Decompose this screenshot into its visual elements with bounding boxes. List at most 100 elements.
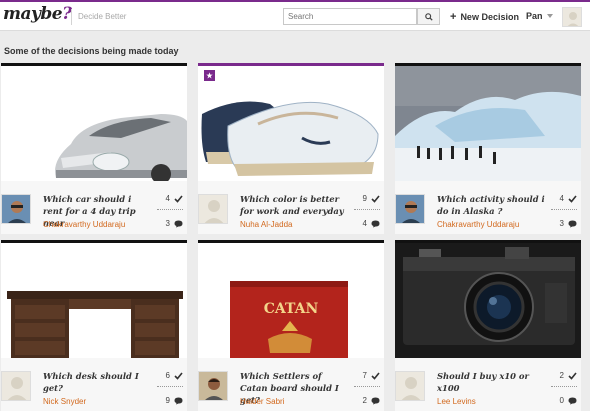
decision-image[interactable] <box>395 63 581 181</box>
comment-icon <box>568 220 577 227</box>
car-image <box>1 66 187 181</box>
comment-count: 3 <box>560 219 577 228</box>
stat-divider <box>551 386 577 387</box>
comment-count: 4 <box>363 219 380 228</box>
top-header: maybe? Decide Better + New Decision Pan <box>0 0 590 31</box>
author-name[interactable]: Chakravarthy Uddaraju <box>43 220 125 229</box>
decision-image[interactable] <box>198 63 384 181</box>
comment-icon <box>174 220 183 227</box>
star-icon <box>206 72 213 79</box>
check-icon <box>371 371 380 380</box>
user-name: Pan <box>526 11 543 21</box>
decision-card[interactable]: Should I buy x10 or x100 Lee Levins 2 0 <box>395 240 581 411</box>
decision-card[interactable]: Which color is better for work and every… <box>198 63 384 234</box>
comment-count-value: 0 <box>559 396 564 405</box>
vote-count-value: 4 <box>165 194 170 203</box>
default-avatar-icon <box>396 372 424 400</box>
decision-image[interactable]: CATAN <box>198 240 384 358</box>
vote-count-value: 2 <box>559 371 564 380</box>
author-avatar[interactable] <box>198 194 228 224</box>
check-icon <box>371 194 380 203</box>
user-menu[interactable]: Pan <box>526 11 553 21</box>
desk-image <box>1 243 187 358</box>
decision-card[interactable]: CATAN Which Settlers of Catan board shou… <box>198 240 384 411</box>
logo-divider <box>71 9 72 25</box>
logo-text: maybe <box>3 4 63 24</box>
avatar[interactable] <box>562 7 582 27</box>
comment-count: 0 <box>560 396 577 405</box>
comment-count-value: 4 <box>362 219 367 228</box>
author-avatar[interactable] <box>395 194 425 224</box>
search-button[interactable] <box>417 8 440 25</box>
decision-card[interactable]: Which desk should I get? Nick Snyder 6 9 <box>1 240 187 411</box>
chevron-down-icon <box>546 14 553 18</box>
stat-divider <box>157 209 183 210</box>
stat-divider <box>354 386 380 387</box>
author-avatar[interactable] <box>395 371 425 401</box>
default-avatar-icon <box>563 8 581 26</box>
vote-count: 4 <box>166 194 183 203</box>
decision-image[interactable] <box>1 63 187 181</box>
comment-count: 9 <box>166 396 183 405</box>
shoe-image <box>198 66 384 181</box>
box-title: CATAN <box>263 301 319 317</box>
vote-count: 9 <box>363 194 380 203</box>
default-avatar-icon <box>2 372 30 400</box>
comment-count-value: 3 <box>165 219 170 228</box>
person-photo <box>396 195 424 223</box>
comment-count-value: 9 <box>165 396 170 405</box>
author-name[interactable]: Lee Levins <box>437 397 476 406</box>
comment-icon <box>174 397 183 404</box>
stat-divider <box>157 386 183 387</box>
vote-count: 2 <box>560 371 577 380</box>
featured-badge <box>204 70 215 81</box>
new-decision-label: New Decision <box>460 12 519 22</box>
glacier-image <box>395 66 581 181</box>
vote-count-value: 4 <box>559 194 564 203</box>
comment-icon <box>371 220 380 227</box>
search-input[interactable] <box>283 8 417 25</box>
author-name[interactable]: Nick Snyder <box>43 397 86 406</box>
vote-count-value: 9 <box>362 194 367 203</box>
tagline: Decide Better <box>78 12 127 21</box>
search-icon <box>424 12 433 21</box>
logo[interactable]: maybe? <box>3 4 72 24</box>
camera-image <box>395 243 581 358</box>
check-icon <box>568 194 577 203</box>
vote-count-value: 6 <box>165 371 170 380</box>
author-avatar[interactable] <box>198 371 228 401</box>
vote-count: 7 <box>363 371 380 380</box>
author-avatar[interactable] <box>1 194 31 224</box>
check-icon <box>174 194 183 203</box>
author-name[interactable]: Chakravarthy Uddaraju <box>437 220 519 229</box>
comment-count-value: 3 <box>559 219 564 228</box>
decision-image[interactable] <box>395 240 581 358</box>
decision-card[interactable]: Which car should i rent for a 4 day trip… <box>1 63 187 234</box>
person-photo <box>2 195 30 223</box>
new-decision-button[interactable]: + New Decision <box>450 11 519 23</box>
decision-question[interactable]: Which color is better for work and every… <box>240 193 348 217</box>
author-name[interactable]: Haider Sabri <box>240 397 284 406</box>
stat-divider <box>551 209 577 210</box>
decision-question[interactable]: Which activity should i do in Alaska ? <box>437 193 545 217</box>
comment-count-value: 2 <box>362 396 367 405</box>
section-title: Some of the decisions being made today <box>4 46 179 56</box>
decision-card[interactable]: Which activity should i do in Alaska ? C… <box>395 63 581 234</box>
comment-count: 3 <box>166 219 183 228</box>
stat-divider <box>354 209 380 210</box>
comment-count: 2 <box>363 396 380 405</box>
decision-question[interactable]: Should I buy x10 or x100 <box>437 370 545 394</box>
author-avatar[interactable] <box>1 371 31 401</box>
vote-count-value: 7 <box>362 371 367 380</box>
vote-count: 6 <box>166 371 183 380</box>
check-icon <box>174 371 183 380</box>
plus-icon: + <box>450 11 457 23</box>
decision-image[interactable] <box>1 240 187 358</box>
comment-icon <box>371 397 380 404</box>
decision-question[interactable]: Which desk should I get? <box>43 370 151 394</box>
default-avatar-icon <box>199 195 227 223</box>
comment-icon <box>568 397 577 404</box>
person-photo <box>199 372 227 400</box>
vote-count: 4 <box>560 194 577 203</box>
author-name[interactable]: Nuha Al-Jadda <box>240 220 292 229</box>
